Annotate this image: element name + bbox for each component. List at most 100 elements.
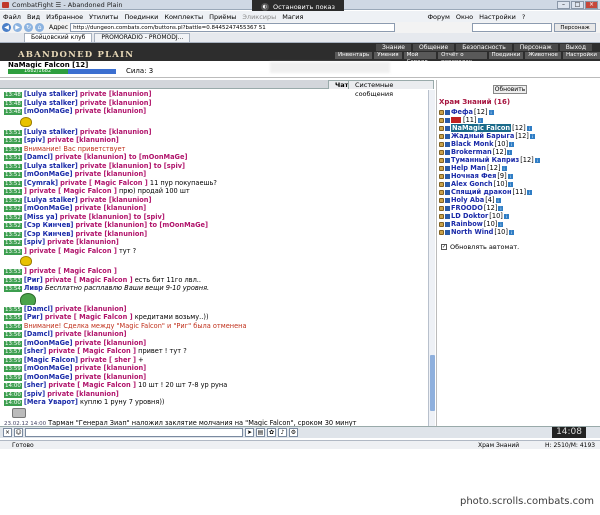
info-icon[interactable]: i (508, 229, 514, 235)
chat-author[interactable]: [Magic Falcon] (24, 356, 78, 364)
menu-item[interactable]: Форум (427, 13, 449, 21)
nav-exit[interactable]: Выход (559, 44, 592, 51)
chat-private-tag[interactable]: private [klanunion] to [spiv] (80, 162, 185, 170)
chat-author[interactable]: [mOonMaGe] (24, 339, 73, 347)
chat-private-tag[interactable]: private [klanunion] to [mOonMaGe] (76, 221, 208, 229)
user-list-item[interactable]: North Wind [10] i (439, 228, 540, 236)
chat-author[interactable]: [Lulya stalker] (24, 90, 78, 98)
info-icon[interactable]: i (488, 109, 494, 115)
smile-icon[interactable]: ☺ (14, 428, 23, 437)
nav-knowledge[interactable]: Знание (376, 44, 411, 51)
chat-author[interactable]: [Miss ya] (24, 213, 58, 221)
chat-private-tag[interactable]: private [ Magic Falcon ] (45, 276, 133, 284)
chat-author[interactable]: [Lulya stalker] (24, 128, 78, 136)
info-icon[interactable]: i (529, 133, 535, 139)
user-name[interactable]: NaMagic Falcon (451, 124, 512, 132)
menu-item[interactable]: Настройки (479, 13, 516, 21)
character-button[interactable]: Персонаж (554, 23, 596, 32)
chat-author[interactable]: [Damcl] (24, 330, 53, 338)
menu-item[interactable]: Окно (456, 13, 473, 21)
info-icon[interactable]: i (498, 221, 504, 227)
user-name[interactable]: Спящий дракон (451, 188, 512, 196)
nav-skills[interactable]: Умения (374, 52, 402, 59)
forward-icon[interactable]: ▶ (13, 23, 22, 32)
chat-author[interactable]: [spiv] (24, 238, 45, 246)
chat-author[interactable]: [mOonMaGe] (24, 107, 73, 115)
user-list-item[interactable]: Ночная Фея [9] i (439, 172, 540, 180)
info-icon[interactable]: i (509, 141, 515, 147)
nav-inventory[interactable]: Инвентарь (335, 52, 373, 59)
chat-author[interactable]: [Сэр Кинчев] (24, 230, 74, 238)
user-name[interactable]: Ночная Фея (451, 172, 496, 180)
chat-scrollbar[interactable] (428, 90, 435, 426)
user-name[interactable]: Alex Gonch (451, 180, 493, 188)
chat-private-tag[interactable]: private [klanunion] (47, 238, 119, 246)
menu-item[interactable]: Эликсиры (242, 13, 276, 21)
chat-private-tag[interactable]: private [klanunion] (55, 330, 127, 338)
menu-item[interactable]: ? (522, 13, 525, 21)
url-field[interactable]: http://dungeon.combats.com/buttons.pl?ba… (70, 23, 396, 32)
user-list-item[interactable]: Жадный Барыга [12] i (439, 132, 540, 140)
menu-item[interactable]: Утилиты (89, 13, 118, 21)
chat-author[interactable]: [Damcl] (24, 305, 53, 313)
user-list-item[interactable]: Rainbow [10] i (439, 220, 540, 228)
menu-item[interactable]: Магия (282, 13, 303, 21)
user-list-item[interactable]: Alex Gonch [10] i (439, 180, 540, 188)
chat-author[interactable]: [Сэр Кинчев] (24, 221, 74, 229)
chat-private-tag[interactable]: private [klanunion] (75, 339, 147, 347)
chat-author[interactable]: [spiv] (24, 390, 45, 398)
chat-private-tag[interactable]: private [klanunion] (55, 305, 127, 313)
info-icon[interactable]: i (507, 149, 513, 155)
chat-author[interactable]: [Damcl] (24, 153, 53, 161)
menu-item[interactable]: Вид (27, 13, 40, 21)
refresh-button[interactable]: Обновить (493, 85, 527, 94)
nav-scroll[interactable]: Мой Скролл (403, 52, 437, 65)
user-list-item[interactable]: Туманный Каприз [12] i (439, 156, 540, 164)
tab-combats[interactable]: Бойцовский клуб (24, 33, 93, 42)
user-name[interactable]: Жадный Барыга (451, 132, 514, 140)
chat-private-tag[interactable]: private [klanunion] (47, 390, 119, 398)
maximize-button[interactable]: □ (571, 1, 584, 9)
chat-author[interactable]: Ливр (24, 284, 43, 292)
chat-private-tag[interactable]: private [klanunion] (80, 99, 152, 107)
chat-private-tag[interactable]: private [ sher ] (80, 356, 136, 364)
user-name[interactable]: Фефа (451, 108, 473, 116)
chat-author[interactable]: [Мега Уварот] (24, 398, 78, 406)
info-icon[interactable]: i (503, 213, 509, 219)
info-icon[interactable]: i (527, 189, 533, 195)
info-icon[interactable]: i (501, 165, 507, 171)
chat-author[interactable]: [mOonMaGe] (24, 364, 73, 372)
user-list-item[interactable]: [11] i (439, 116, 540, 124)
chat-private-tag[interactable]: private [klanunion] to [spiv] (60, 213, 165, 221)
nav-transfers[interactable]: Отчёт о переводах (438, 52, 487, 65)
chat-private-tag[interactable]: private [ Magic Falcon ] (45, 313, 133, 321)
chat-author[interactable]: [Риг] (24, 313, 43, 321)
auto-refresh-checkbox[interactable]: ✓ (441, 244, 447, 250)
close-button[interactable]: × (585, 1, 598, 9)
chat-author[interactable]: [mOonMaGe] (24, 170, 73, 178)
chat-private-tag[interactable]: private [klanunion] (80, 90, 152, 98)
chat-private-tag[interactable]: private [ Magic Falcon ] (48, 381, 136, 389)
refresh-icon[interactable]: ↻ (24, 23, 33, 32)
chat-private-tag[interactable]: private [klanunion] (80, 128, 152, 136)
user-name[interactable]: Rainbow (451, 220, 483, 228)
chat-private-tag[interactable]: ] private [ Magic Falcon ] (24, 187, 117, 195)
chat-private-tag[interactable]: private [klanunion] to [mOonMaGe] (55, 153, 187, 161)
scrollbar-thumb[interactable] (430, 355, 435, 411)
emote-icon[interactable]: ✿ (267, 428, 276, 437)
chat-private-tag[interactable]: private [klanunion] (75, 364, 147, 372)
user-name[interactable]: FROODO (451, 204, 483, 212)
user-name[interactable]: LD Doktor (451, 212, 488, 220)
filter-icon[interactable]: ▤ (256, 428, 265, 437)
info-icon[interactable]: i (508, 181, 514, 187)
home-icon[interactable]: ⌂ (35, 23, 44, 32)
info-icon[interactable]: i (526, 125, 532, 131)
info-icon[interactable]: i (534, 157, 540, 163)
user-name[interactable]: Holy Aba (451, 196, 484, 204)
chat-author[interactable]: [Lulya stalker] (24, 99, 78, 107)
user-name[interactable]: Туманный Каприз (451, 156, 519, 164)
nav-communication[interactable]: Общение (412, 44, 455, 51)
nav-settings[interactable]: Настройки (562, 52, 600, 59)
user-name[interactable]: North Wind (451, 228, 493, 236)
menu-item[interactable]: Комплекты (164, 13, 203, 21)
